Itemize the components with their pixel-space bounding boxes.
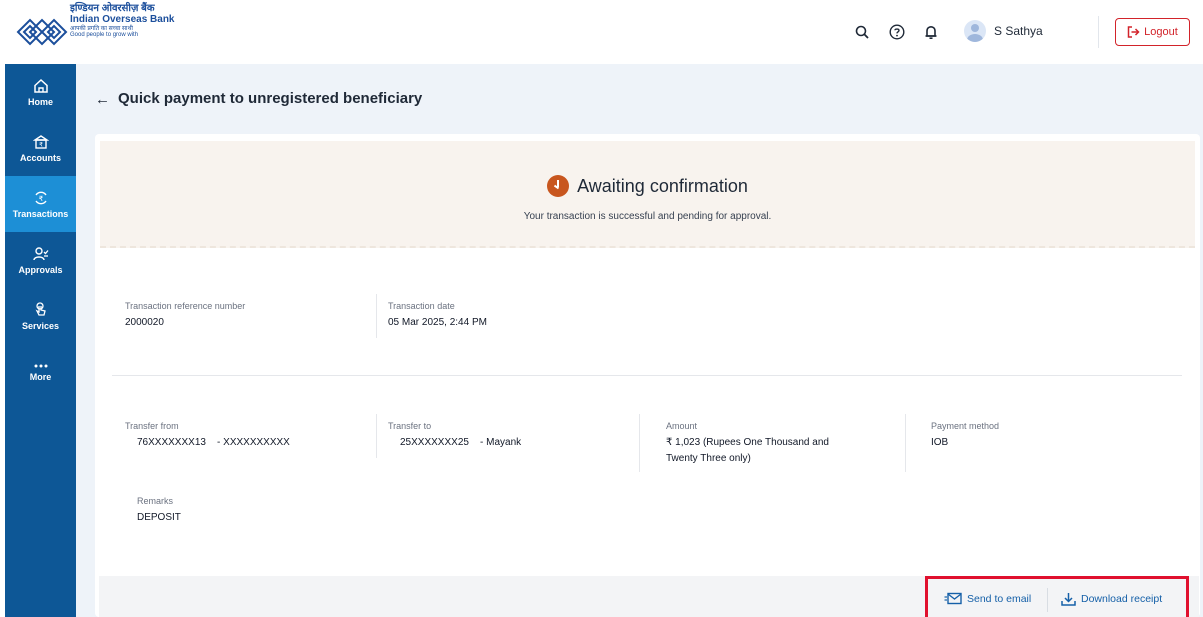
approvals-icon — [32, 246, 48, 260]
download-receipt-label: Download receipt — [1081, 593, 1163, 605]
section-divider — [112, 375, 1182, 376]
amount-value: ₹ 1,023 (Rupees One Thousand and Twenty … — [666, 435, 829, 466]
hand-tap-icon — [35, 301, 46, 316]
sidebar-item-label: Home — [27, 96, 53, 107]
tagline-english: Good people to grow with — [70, 32, 139, 39]
reference-field: Transaction reference number 2000020 — [125, 301, 245, 331]
logout-icon — [1127, 26, 1140, 38]
sidebar-item-transactions[interactable]: ₹ Transactions — [5, 176, 83, 232]
transfer-to-value: 25XXXXXXX25 - Mayank — [400, 437, 522, 448]
status-banner: Awaiting confirmation Your transaction i… — [100, 141, 1195, 248]
amount-label: Amount — [666, 421, 698, 431]
status-title: Awaiting confirmation — [577, 175, 748, 196]
date-value: 05 Mar 2025, 2:44 PM — [388, 317, 487, 328]
remarks-field: Remarks DEPOSIT — [137, 496, 181, 526]
sidebar-nav: Home ₹ Accounts ₹ Transactions Approvals… — [5, 64, 83, 617]
remarks-value: DEPOSIT — [137, 512, 181, 523]
divider — [639, 414, 640, 472]
svg-text:₹: ₹ — [38, 195, 43, 203]
transfer-from-value: 76XXXXXXX13 - XXXXXXXXXX — [137, 437, 290, 448]
rupee-transfer-icon: ₹ — [34, 191, 47, 204]
email-icon — [944, 592, 962, 605]
page-title: Quick payment to unregistered beneficiar… — [118, 90, 423, 107]
payment-method-label: Payment method — [931, 421, 1000, 431]
transfer-from-field: Transfer from 76XXXXXXX13 - XXXXXXXXXX — [125, 421, 290, 451]
sidebar-item-services[interactable]: Services — [5, 288, 76, 344]
home-icon — [33, 78, 48, 93]
sidebar-item-label: Accounts — [19, 152, 61, 163]
ellipsis-icon — [34, 364, 47, 367]
date-field: Transaction date 05 Mar 2025, 2:44 PM — [388, 301, 487, 331]
transaction-card: Awaiting confirmation Your transaction i… — [95, 134, 1200, 617]
back-arrow-icon[interactable]: ← — [95, 91, 110, 108]
reference-label: Transaction reference number — [125, 301, 246, 311]
amount-field: Amount ₹ 1,023 (Rupees One Thousand and … — [666, 421, 829, 466]
main-content: ← Quick payment to unregistered benefici… — [76, 64, 1203, 617]
logout-button[interactable]: Logout — [1115, 18, 1190, 46]
remarks-label: Remarks — [137, 496, 174, 506]
sidebar-item-label: Services — [21, 320, 60, 331]
reference-value: 2000020 — [125, 317, 164, 328]
clock-icon — [547, 175, 570, 197]
header-divider — [1098, 16, 1099, 48]
brand-name-english: Indian Overseas Bank — [70, 13, 175, 25]
status-subtitle: Your transaction is successful and pendi… — [523, 211, 772, 222]
sidebar-item-label: More — [29, 371, 52, 382]
search-icon[interactable] — [851, 21, 873, 43]
sidebar-item-label: Transactions — [12, 208, 69, 219]
status-header: Awaiting confirmation — [100, 175, 1195, 197]
bank-brand: इण्डियन ओवरसीज़ बैंक Indian Overseas Ban… — [70, 3, 175, 39]
transfer-to-field: Transfer to 25XXXXXXX25 - Mayank — [388, 421, 521, 451]
user-menu[interactable]: S Sathya — [964, 20, 1043, 42]
payment-method-value: IOB — [931, 437, 949, 448]
divider — [376, 414, 377, 458]
send-email-button[interactable]: Send to email — [944, 592, 1031, 605]
transfer-from-label: Transfer from — [125, 421, 179, 431]
logout-label: Logout — [1144, 26, 1178, 38]
sidebar-item-more[interactable]: More — [5, 344, 76, 400]
divider — [376, 294, 377, 338]
bank-logo[interactable] — [16, 10, 68, 54]
payment-method-field: Payment method IOB — [931, 421, 999, 451]
bell-icon[interactable] — [920, 21, 942, 43]
user-name: S Sathya — [994, 24, 1043, 38]
amount-value-line1: ₹ 1,023 (Rupees One Thousand and — [666, 437, 829, 448]
transfer-to-label: Transfer to — [388, 421, 432, 431]
sidebar-item-label: Approvals — [18, 264, 63, 275]
bank-icon: ₹ — [32, 134, 49, 149]
divider — [1047, 588, 1048, 612]
app-header: इण्डियन ओवरसीज़ बैंक Indian Overseas Ban… — [0, 0, 1203, 64]
divider — [905, 414, 906, 472]
avatar — [964, 20, 986, 42]
brand-name-hindi: इण्डियन ओवरसीज़ बैंक — [70, 3, 155, 14]
svg-text:₹: ₹ — [39, 141, 43, 148]
download-receipt-button[interactable]: Download receipt — [1061, 592, 1162, 606]
sidebar-item-accounts[interactable]: ₹ Accounts — [5, 120, 76, 176]
amount-value-line2: Twenty Three only) — [666, 452, 751, 464]
action-footer: Send to email Download receipt — [99, 576, 1199, 617]
download-icon — [1061, 593, 1076, 606]
sidebar-item-approvals[interactable]: Approvals — [5, 232, 76, 288]
help-icon[interactable] — [886, 21, 908, 43]
sidebar-item-home[interactable]: Home — [5, 64, 76, 120]
date-label: Transaction date — [388, 301, 455, 311]
send-email-label: Send to email — [967, 592, 1032, 605]
